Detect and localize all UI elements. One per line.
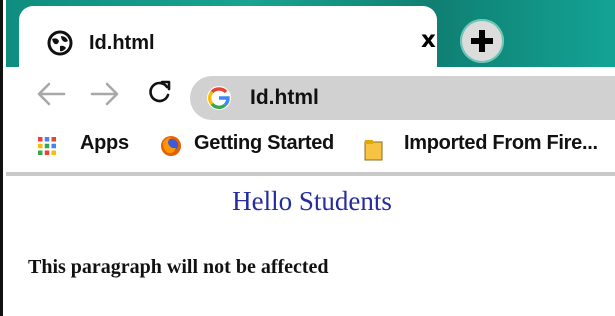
new-tab-button[interactable] [460,19,504,63]
back-arrow-icon[interactable] [36,81,66,107]
tab-strip: Id.html x [6,0,615,68]
page-content: Hello Students This paragraph will not b… [6,176,615,316]
bookmark-apps[interactable]: Apps [80,132,129,155]
bookmarks-bar: Apps Getting Started Imported From Fire.… [6,122,615,170]
firefox-icon [161,136,181,156]
browser-tab[interactable]: Id.html x [19,6,437,68]
plus-icon [471,30,493,52]
tab-close-button[interactable]: x [421,27,436,53]
bookmark-getting-started[interactable]: Getting Started [194,132,334,155]
globe-icon [47,30,73,56]
apps-grid-icon[interactable] [38,137,56,155]
tab-title: Id.html [89,32,155,54]
address-text[interactable]: Id.html [250,86,319,110]
page-heading: Hello Students [232,186,392,216]
browser-toolbar: Id.html [6,67,615,122]
forward-arrow-icon[interactable] [90,81,120,107]
reload-icon[interactable] [146,78,174,106]
folder-icon [364,140,383,161]
bookmark-imported-folder[interactable]: Imported From Fire... [404,132,598,155]
page-paragraph: This paragraph will not be affected [28,256,329,278]
address-bar[interactable]: Id.html [190,76,615,120]
google-g-icon [207,86,231,110]
browser-window: Id.html x Id.html Apps Getting Started I… [0,0,615,316]
